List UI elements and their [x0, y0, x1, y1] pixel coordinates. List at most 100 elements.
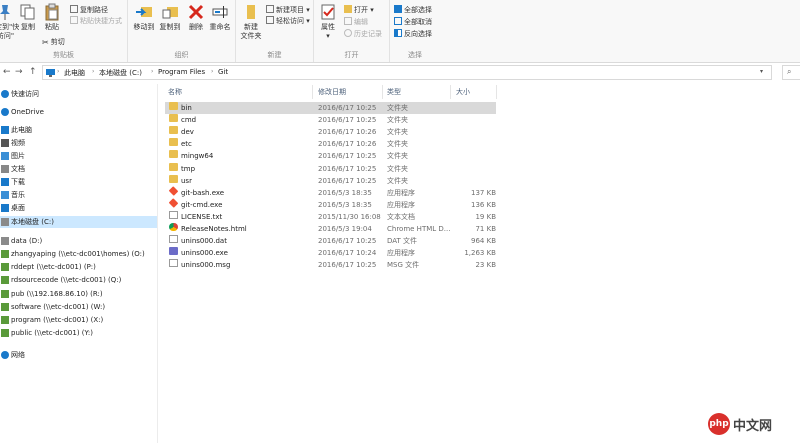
easy-access-button[interactable]: 轻松访问 ▾	[266, 16, 310, 27]
copy-path-button[interactable]: 复制路径	[70, 5, 108, 16]
file-name: etc	[181, 140, 192, 149]
breadcrumb-git[interactable]: Git	[218, 68, 228, 76]
folder-icon	[169, 114, 178, 123]
nav-item-14[interactable]: pub (\\192.168.86.10) (R:)	[0, 288, 157, 300]
breadcrumb-separator: ›	[211, 68, 214, 75]
column-header-name[interactable]: 名称	[168, 86, 182, 98]
file-row[interactable]: git-cmd.exe 2016/5/3 18:35 应用程序 136 KB	[165, 197, 496, 211]
file-name: LICENSE.txt	[181, 212, 223, 221]
file-type: 文件夹	[387, 116, 408, 125]
nav-item-17[interactable]: public (\\etc-dc001) (Y:)	[0, 327, 157, 339]
nav-item-4[interactable]: 图片	[0, 150, 157, 162]
open-icon	[344, 5, 352, 13]
nav-item-1[interactable]: OneDrive	[0, 106, 157, 118]
file-type: Chrome HTML D...	[387, 225, 451, 233]
cut-button[interactable]: ✂ 剪切	[42, 37, 65, 48]
file-row[interactable]: unins000.msg 2016/6/17 10:25 MSG 文件 23 KB	[165, 259, 496, 271]
column-header-type[interactable]: 类型	[387, 86, 401, 98]
column-divider[interactable]	[450, 85, 451, 99]
breadcrumb-this-pc[interactable]: 此电脑	[64, 68, 85, 78]
paste-shortcut-button[interactable]: 粘贴快捷方式	[70, 16, 122, 27]
delete-button[interactable]: 删除	[186, 3, 206, 32]
file-row[interactable]: LICENSE.txt 2015/11/30 16:08 文本文档 19 KB	[165, 210, 496, 223]
file-size: 71 KB	[475, 225, 496, 233]
nav-item-2[interactable]: 此电脑	[0, 124, 157, 136]
file-row[interactable]: unins000.exe 2016/6/17 10:24 应用程序 1,263 KB	[165, 247, 496, 259]
file-size: 964 KB	[471, 237, 496, 246]
back-button[interactable]: ←	[3, 67, 11, 77]
copy-to-button[interactable]: 复制到	[158, 3, 182, 32]
file-row[interactable]: bin 2016/6/17 10:25 文件夹	[165, 102, 496, 114]
select-none-label: 全部取消	[404, 18, 432, 26]
nav-item-11[interactable]: zhangyaping (\\etc-dc001\homes) (O:)	[0, 248, 157, 260]
file-name: unins000.exe	[181, 249, 228, 258]
copy-button[interactable]: 复制	[18, 3, 38, 32]
invert-selection-label: 反向选择	[404, 30, 432, 38]
file-row[interactable]: usr 2016/6/17 10:25 文件夹	[165, 174, 496, 187]
nav-item-0[interactable]: 快速访问	[0, 88, 157, 100]
edit-icon	[344, 17, 352, 25]
open-dropdown-icon: ▾	[368, 6, 374, 14]
invert-selection-button[interactable]: 反向选择	[394, 29, 432, 40]
file-row[interactable]: git-bash.exe 2016/5/3 18:35 应用程序 137 KB	[165, 185, 496, 199]
new-item-button[interactable]: 新建项目 ▾	[266, 5, 310, 16]
file-row[interactable]: ReleaseNotes.html 2016/5/3 19:04 Chrome HT…	[165, 223, 496, 235]
file-row[interactable]: mingw64 2016/6/17 10:25 文件夹	[165, 150, 496, 162]
breadcrumb-program-files[interactable]: Program Files	[158, 68, 205, 76]
nav-item-label: 图片	[11, 152, 25, 160]
nav-item-12[interactable]: rddept (\\etc-dc001) (P:)	[0, 261, 157, 273]
nav-item-6[interactable]: 下载	[0, 176, 157, 188]
properties-dropdown-icon: ▾	[326, 32, 330, 40]
column-header-size[interactable]: 大小	[456, 86, 470, 98]
nav-item-10[interactable]: data (D:)	[0, 235, 157, 247]
file-icon	[169, 235, 178, 244]
rename-button[interactable]: 重命名	[208, 3, 232, 32]
nav-item-3[interactable]: 视频	[0, 137, 157, 149]
file-row[interactable]: etc 2016/6/17 10:26 文件夹	[165, 138, 496, 150]
nav-item-7[interactable]: 音乐	[0, 189, 157, 201]
search-input[interactable]: ⌕	[782, 65, 800, 80]
file-row[interactable]: tmp 2016/6/17 10:25 文件夹	[165, 162, 496, 175]
nav-item-5[interactable]: 文档	[0, 163, 157, 175]
file-date: 2016/6/17 10:25	[318, 116, 377, 125]
column-divider[interactable]	[312, 85, 313, 99]
nav-item-label: 桌面	[11, 204, 25, 212]
nav-item-18[interactable]: 网络	[0, 349, 157, 361]
nav-item-9[interactable]: 本地磁盘 (C:)	[0, 216, 157, 228]
nav-item-16[interactable]: program (\\etc-dc001) (X:)	[0, 314, 157, 326]
open-button[interactable]: 打开 ▾	[344, 5, 374, 16]
nav-item-label: program (\\etc-dc001) (X:)	[11, 316, 104, 324]
history-button[interactable]: 历史记录	[344, 29, 382, 40]
file-row[interactable]: unins000.dat 2016/6/17 10:25 DAT 文件 964 KB	[165, 235, 496, 247]
clipboard-group: 固定到"快 速访问" 复制 粘贴 复制路径 粘贴快捷方式 ✂剪切 剪贴板	[0, 0, 128, 62]
column-divider[interactable]	[496, 85, 497, 99]
paste-shortcut-label: 粘贴快捷方式	[80, 17, 122, 25]
properties-button[interactable]: 属性 ▾	[318, 3, 338, 41]
paste-button[interactable]: 粘贴	[42, 3, 62, 32]
address-dropdown-icon[interactable]: ▾	[760, 68, 763, 75]
column-divider[interactable]	[382, 85, 383, 99]
paste-shortcut-icon	[70, 16, 78, 24]
address-box[interactable]: › 此电脑 › 本地磁盘 (C:) › Program Files › Git	[42, 65, 772, 80]
up-button[interactable]: ↑	[29, 67, 37, 77]
organize-group: 移动到 复制到 删除 重命名 组织	[128, 0, 236, 62]
move-to-button[interactable]: 移动到	[132, 3, 156, 32]
nav-item-13[interactable]: rdsourcecode (\\etc-dc001) (Q:)	[0, 274, 157, 286]
open-group: 属性 ▾ 打开 ▾ 编辑 历史记录 打开	[314, 0, 390, 62]
file-size: 23 KB	[475, 261, 496, 270]
column-header-date[interactable]: 修改日期	[318, 86, 346, 98]
nav-item-15[interactable]: software (\\etc-dc001) (W:)	[0, 301, 157, 313]
edit-button[interactable]: 编辑	[344, 17, 368, 28]
select-all-button[interactable]: 全部选择	[394, 5, 432, 16]
nav-item-label: 网络	[11, 351, 25, 359]
nav-item-8[interactable]: 桌面	[0, 202, 157, 214]
forward-button[interactable]: →	[15, 67, 23, 77]
folder-icon	[169, 174, 178, 183]
breadcrumb-local-disk[interactable]: 本地磁盘 (C:)	[99, 68, 142, 78]
select-none-button[interactable]: 全部取消	[394, 17, 432, 28]
pin-quick-access-button[interactable]: 固定到"快 速访问"	[0, 3, 19, 41]
new-folder-button[interactable]: 新建 文件夹	[238, 3, 264, 41]
file-date: 2016/6/17 10:25	[318, 237, 377, 246]
file-row[interactable]: cmd 2016/6/17 10:25 文件夹	[165, 114, 496, 126]
file-row[interactable]: dev 2016/6/17 10:26 文件夹	[165, 126, 496, 138]
